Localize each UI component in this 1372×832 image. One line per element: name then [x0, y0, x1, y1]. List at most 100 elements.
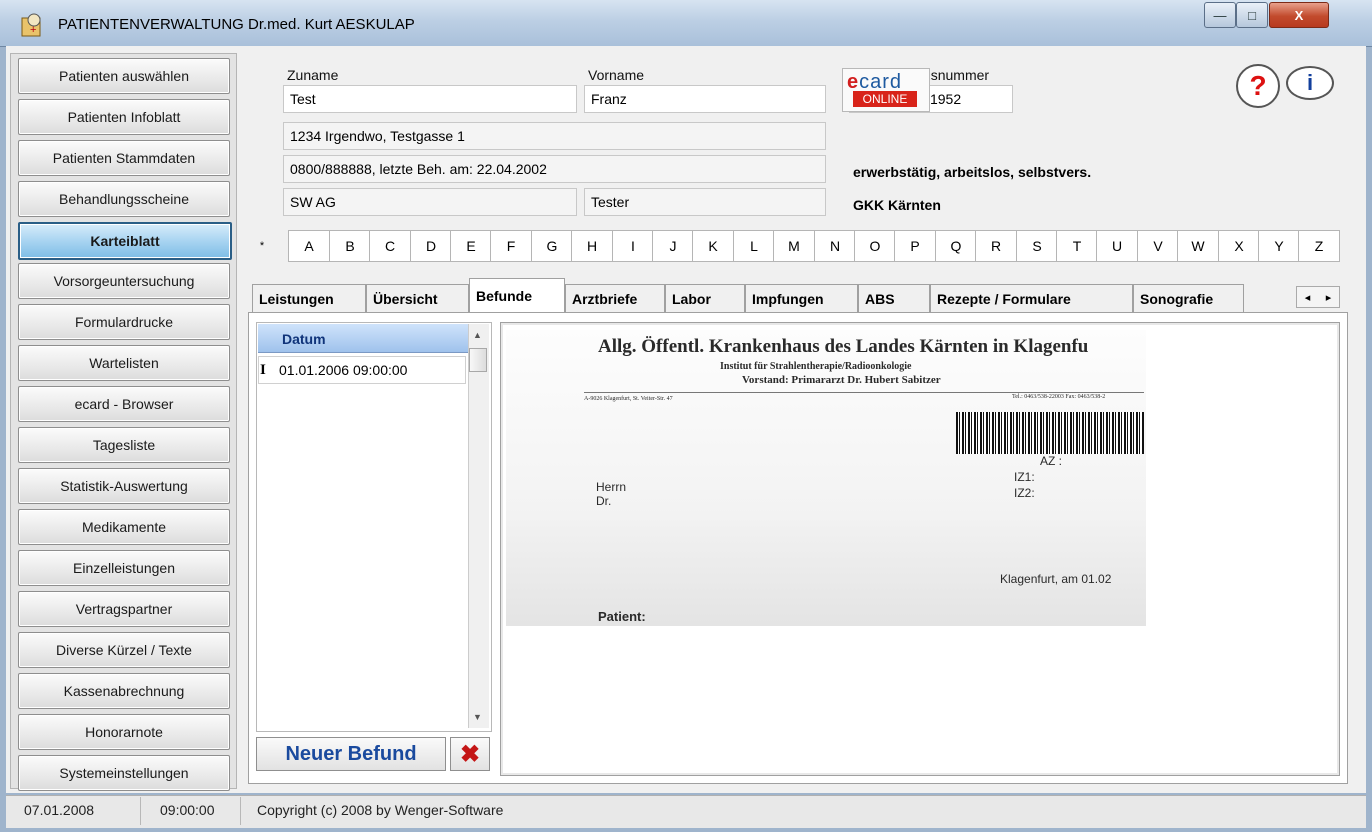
help-icon[interactable]: ?	[1236, 64, 1280, 108]
nav-button-behandlungsscheine[interactable]: Behandlungsscheine	[18, 181, 230, 217]
doc-iz1: IZ1:	[1014, 470, 1035, 484]
employer-field: SW AG	[283, 188, 577, 216]
employment-status: erwerbstätig, arbeitslos, selbstvers.	[853, 164, 1092, 180]
nav-button-medikamente[interactable]: Medikamente	[18, 509, 230, 545]
alphabet-letter-q[interactable]: Q	[935, 230, 977, 262]
phone-lastvisit-field: 0800/888888, letzte Beh. am: 22.04.2002	[283, 155, 826, 183]
alphabet-letter-f[interactable]: F	[490, 230, 532, 262]
maximize-button[interactable]: □	[1236, 2, 1268, 28]
alphabet-letter-t[interactable]: T	[1056, 230, 1098, 262]
doc-rule	[584, 392, 1144, 393]
alphabet-letter-u[interactable]: U	[1096, 230, 1138, 262]
scrollbar-thumb[interactable]	[469, 348, 487, 372]
window-title: PATIENTENVERWALTUNG Dr.med. Kurt AESKULA…	[58, 16, 415, 33]
ecard-online-button[interactable]: ecard ONLINE	[842, 68, 930, 112]
datum-column-label: Datum	[282, 331, 326, 347]
zuname-field[interactable]: Test	[283, 85, 577, 113]
vorname-label: Vorname	[588, 67, 645, 83]
nav-button-patienten-stammdaten[interactable]: Patienten Stammdaten	[18, 140, 230, 176]
alphabet-letter-y[interactable]: Y	[1258, 230, 1300, 262]
svg-text:+: +	[30, 24, 36, 36]
alphabet-letter-h[interactable]: H	[571, 230, 613, 262]
alphabet-letter-i[interactable]: I	[612, 230, 654, 262]
doc-herrn: Herrn	[596, 480, 627, 494]
alphabet-letter-g[interactable]: G	[531, 230, 573, 262]
alphabet-letter-b[interactable]: B	[329, 230, 371, 262]
nav-button-ecard-browser[interactable]: ecard - Browser	[18, 386, 230, 422]
alphabet-letter-s[interactable]: S	[1016, 230, 1058, 262]
alphabet-letter-d[interactable]: D	[410, 230, 452, 262]
tab-impfungen[interactable]: Impfungen	[745, 284, 858, 312]
tab-scroll-arrows[interactable]: ◂ ▸	[1296, 286, 1340, 308]
alphabet-letter-x[interactable]: X	[1218, 230, 1260, 262]
alphabet-letter-c[interactable]: C	[369, 230, 411, 262]
nav-button-formulardrucke[interactable]: Formulardrucke	[18, 304, 230, 340]
status-date: 07.01.2008	[24, 802, 95, 818]
vorname-field[interactable]: Franz	[584, 85, 826, 113]
alphabet-letter-r[interactable]: R	[975, 230, 1017, 262]
nav-button-vorsorgeuntersuchung[interactable]: Vorsorgeuntersuchung	[18, 263, 230, 299]
list-scrollbar[interactable]	[468, 324, 489, 728]
status-time: 09:00:00	[160, 802, 215, 818]
alphabet-letter-a[interactable]: A	[288, 230, 330, 262]
alphabet-letter-w[interactable]: W	[1177, 230, 1219, 262]
barcode	[956, 412, 1144, 454]
doc-address-small: A-9026 Klagenfurt, St. Veiter-Str. 47	[584, 396, 673, 402]
alphabet-letter-z[interactable]: Z	[1298, 230, 1340, 262]
address-field: 1234 Irgendwo, Testgasse 1	[283, 122, 826, 150]
doc-institute: Institut für Strahlentherapie/Radioonkol…	[720, 361, 912, 372]
alphabet-letter-v[interactable]: V	[1137, 230, 1179, 262]
status-separator	[240, 797, 241, 825]
doc-director: Vorstand: Primararzt Dr. Hubert Sabitzer	[742, 374, 941, 386]
doc-place-date: Klagenfurt, am 01.02	[1000, 572, 1112, 586]
alphabet-letter-l[interactable]: L	[733, 230, 775, 262]
nav-button-diverse-kürzel-texte[interactable]: Diverse Kürzel / Texte	[18, 632, 230, 668]
nav-button-einzelleistungen[interactable]: Einzelleistungen	[18, 550, 230, 586]
nav-button-systemeinstellungen[interactable]: Systemeinstellungen	[18, 755, 230, 791]
nav-button-kassenabrechnung[interactable]: Kassenabrechnung	[18, 673, 230, 709]
nav-button-honorarnote[interactable]: Honorarnote	[18, 714, 230, 750]
scroll-up-icon[interactable]: ▲	[473, 330, 482, 340]
nav-button-patienten-auswählen[interactable]: Patienten auswählen	[18, 58, 230, 94]
neuer-befund-button[interactable]: Neuer Befund	[256, 737, 446, 771]
alphabet-letter-k[interactable]: K	[692, 230, 734, 262]
tab-leistungen[interactable]: Leistungen	[252, 284, 366, 312]
tab-labor[interactable]: Labor	[665, 284, 745, 312]
tab-arztbriefe[interactable]: Arztbriefe	[565, 284, 665, 312]
row-date: 01.01.2006 09:00:00	[279, 362, 408, 378]
doc-patient-label: Patient:	[598, 609, 646, 624]
tab-abs[interactable]: ABS	[858, 284, 930, 312]
nav-button-patienten-infoblatt[interactable]: Patienten Infoblatt	[18, 99, 230, 135]
nav-button-statistik-auswertung[interactable]: Statistik-Auswertung	[18, 468, 230, 504]
scroll-down-icon[interactable]: ▼	[473, 712, 482, 722]
tab-übersicht[interactable]: Übersicht	[366, 284, 469, 312]
minimize-button[interactable]: —	[1204, 2, 1236, 28]
nav-button-tagesliste[interactable]: Tagesliste	[18, 427, 230, 463]
nav-button-wartelisten[interactable]: Wartelisten	[18, 345, 230, 381]
chevron-right-icon[interactable]: ▸	[1326, 291, 1332, 304]
alphabet-letter-e[interactable]: E	[450, 230, 492, 262]
nav-button-vertragspartner[interactable]: Vertragspartner	[18, 591, 230, 627]
doc-iz2: IZ2:	[1014, 486, 1035, 500]
ecard-logo-e: e	[847, 71, 860, 93]
doc-tel-small: Tel.: 0463/538-22003 Fax: 0463/538-2	[1012, 394, 1106, 400]
alphabet-letter-p[interactable]: P	[894, 230, 936, 262]
tab-rezepte-formulare[interactable]: Rezepte / Formulare	[930, 284, 1133, 312]
row-indicator: I	[260, 362, 266, 378]
zuname-label: Zuname	[287, 67, 339, 83]
doc-hospital-name: Allg. Öffentl. Krankenhaus des Landes Kä…	[598, 336, 1089, 357]
delete-icon[interactable]: ✖	[450, 737, 490, 771]
alphabet-letter-j[interactable]: J	[652, 230, 694, 262]
tab-befunde[interactable]: Befunde	[469, 278, 565, 312]
chevron-left-icon[interactable]: ◂	[1305, 291, 1311, 304]
alphabet-letter-all[interactable]: *	[248, 230, 276, 262]
close-button[interactable]: X	[1269, 2, 1329, 28]
alphabet-letter-m[interactable]: M	[773, 230, 815, 262]
info-icon[interactable]: i	[1286, 66, 1334, 100]
tab-sonografie[interactable]: Sonografie	[1133, 284, 1244, 312]
nav-button-karteiblatt[interactable]: Karteiblatt	[18, 222, 232, 260]
status-separator	[140, 797, 141, 825]
occupation-field: Tester	[584, 188, 826, 216]
alphabet-letter-o[interactable]: O	[854, 230, 896, 262]
alphabet-letter-n[interactable]: N	[814, 230, 856, 262]
